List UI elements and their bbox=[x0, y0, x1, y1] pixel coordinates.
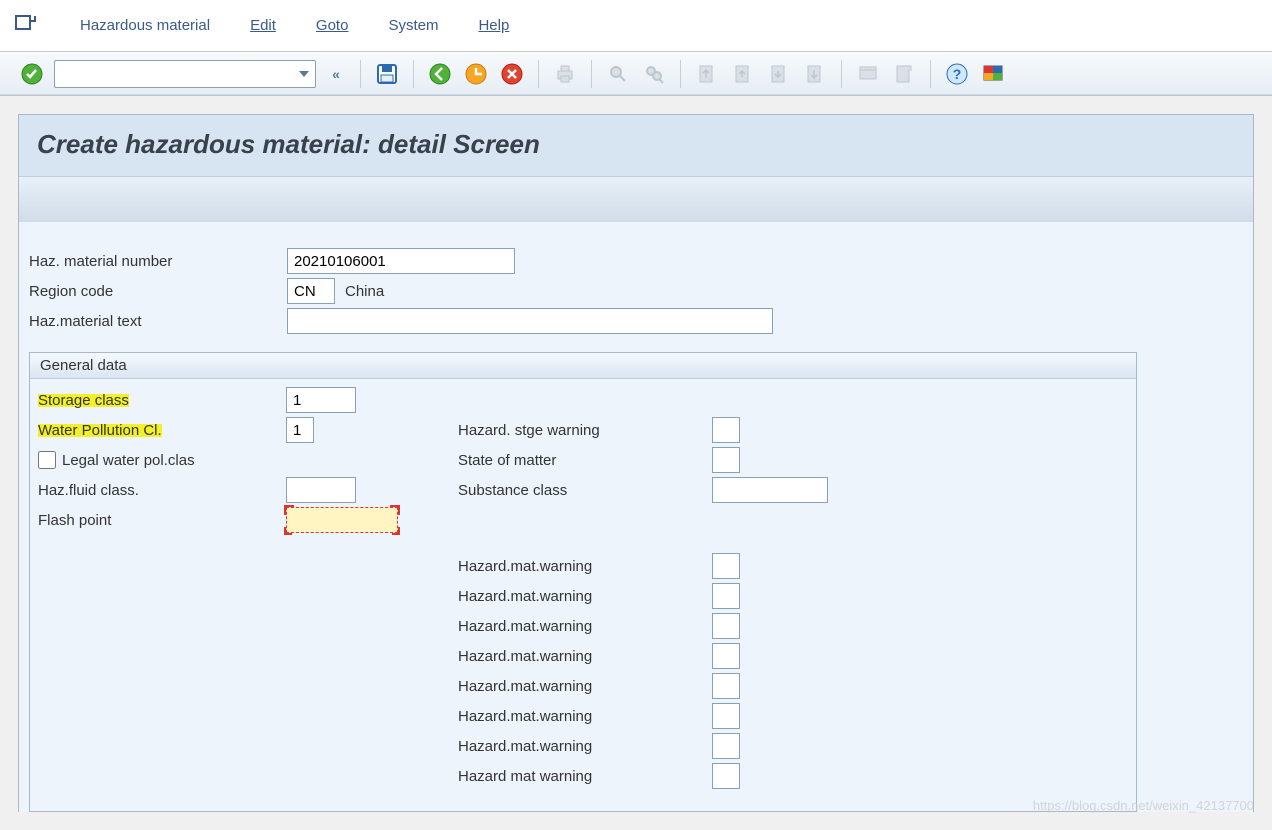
label-hazard-warning: Hazard.mat.warning bbox=[458, 558, 712, 575]
new-session-icon bbox=[854, 60, 882, 88]
toolbar-separator bbox=[591, 60, 592, 88]
input-hazard-warning[interactable] bbox=[712, 703, 740, 729]
input-hazard-warning[interactable] bbox=[712, 643, 740, 669]
prev-page-icon bbox=[729, 60, 757, 88]
row-hazard-warning: Hazard.mat.warning bbox=[450, 611, 1136, 641]
input-hazard-warning[interactable] bbox=[712, 673, 740, 699]
menu-edit[interactable]: Edit bbox=[244, 13, 282, 38]
form-area: Haz. material number Region code China H… bbox=[18, 222, 1254, 812]
label-hazard-warning: Hazard mat warning bbox=[458, 768, 712, 785]
menu-hazardous-material[interactable]: Hazardous material bbox=[74, 13, 216, 38]
input-storage-class[interactable] bbox=[286, 387, 356, 413]
label-hazard-warning: Hazard.mat.warning bbox=[458, 708, 712, 725]
input-haz-text[interactable] bbox=[287, 308, 773, 334]
toolbar-separator bbox=[841, 60, 842, 88]
layout-icon[interactable] bbox=[979, 60, 1007, 88]
cancel-icon[interactable] bbox=[498, 60, 526, 88]
row-hazard-warning: Hazard mat warning bbox=[450, 761, 1136, 791]
input-hazard-warning[interactable] bbox=[712, 583, 740, 609]
toolbar: « ? bbox=[0, 52, 1272, 96]
row-hazard-warning: Hazard.mat.warning bbox=[450, 731, 1136, 761]
find-icon bbox=[604, 60, 632, 88]
group-header: General data bbox=[30, 353, 1136, 379]
label-substance-class: Substance class bbox=[458, 482, 712, 499]
find-next-icon bbox=[640, 60, 668, 88]
label-storage-class: Storage class bbox=[38, 392, 286, 409]
print-icon bbox=[551, 60, 579, 88]
label-state-matter: State of matter bbox=[458, 452, 712, 469]
help-icon[interactable]: ? bbox=[943, 60, 971, 88]
input-water-pollution[interactable] bbox=[286, 417, 314, 443]
group-left-column: Storage class Water Pollution Cl. Legal … bbox=[30, 385, 450, 791]
input-hazard-warning[interactable] bbox=[712, 613, 740, 639]
row-hazard-warning: Hazard.mat.warning bbox=[450, 701, 1136, 731]
row-hazard-warning: Hazard.mat.warning bbox=[450, 641, 1136, 671]
first-page-icon bbox=[693, 60, 721, 88]
input-state-matter[interactable] bbox=[712, 447, 740, 473]
back-icon[interactable] bbox=[426, 60, 454, 88]
text-region-name: China bbox=[345, 283, 384, 300]
label-hazard-warning: Hazard.mat.warning bbox=[458, 738, 712, 755]
save-icon[interactable] bbox=[373, 60, 401, 88]
row-hazard-warning: Hazard.mat.warning bbox=[450, 581, 1136, 611]
row-hazard-warning: Hazard.mat.warning bbox=[450, 671, 1136, 701]
page-content: Create hazardous material: detail Screen… bbox=[0, 96, 1272, 830]
input-hazard-stge[interactable] bbox=[712, 417, 740, 443]
row-hazard-warning: Hazard.mat.warning bbox=[450, 551, 1136, 581]
application-toolbar bbox=[19, 176, 1253, 222]
label-haz-fluid: Haz.fluid class. bbox=[38, 482, 286, 499]
input-hazard-warning[interactable] bbox=[712, 733, 740, 759]
page-title: Create hazardous material: detail Screen bbox=[19, 115, 1253, 176]
title-panel: Create hazardous material: detail Screen bbox=[18, 114, 1254, 222]
app-menu-icon[interactable] bbox=[14, 13, 36, 38]
svg-text:?: ? bbox=[953, 66, 962, 82]
label-haz-number: Haz. material number bbox=[29, 253, 287, 270]
input-region-code[interactable] bbox=[287, 278, 335, 304]
label-region-code: Region code bbox=[29, 283, 287, 300]
label-hazard-stge: Hazard. stge warning bbox=[458, 422, 712, 439]
enter-icon[interactable] bbox=[18, 60, 46, 88]
toolbar-separator bbox=[930, 60, 931, 88]
menu-bar: Hazardous material Edit Goto System Help bbox=[0, 0, 1272, 52]
input-haz-number[interactable] bbox=[287, 248, 515, 274]
command-field[interactable] bbox=[54, 60, 316, 88]
menu-help[interactable]: Help bbox=[472, 13, 515, 38]
dropdown-caret-icon bbox=[299, 71, 309, 77]
row-haz-text: Haz.material text bbox=[19, 306, 1253, 336]
exit-icon[interactable] bbox=[462, 60, 490, 88]
row-haz-number: Haz. material number bbox=[19, 246, 1253, 276]
label-hazard-warning: Hazard.mat.warning bbox=[458, 588, 712, 605]
menu-system[interactable]: System bbox=[382, 13, 444, 38]
menu-goto[interactable]: Goto bbox=[310, 13, 355, 38]
label-legal-water: Legal water pol.clas bbox=[38, 451, 286, 469]
row-region-code: Region code China bbox=[19, 276, 1253, 306]
label-hazard-warning: Hazard.mat.warning bbox=[458, 678, 712, 695]
group-general-data: General data Storage class Water Polluti… bbox=[29, 352, 1137, 812]
label-hazard-warning: Hazard.mat.warning bbox=[458, 648, 712, 665]
label-hazard-warning: Hazard.mat.warning bbox=[458, 618, 712, 635]
input-hazard-warning[interactable] bbox=[712, 553, 740, 579]
toolbar-separator bbox=[413, 60, 414, 88]
input-hazard-warning[interactable] bbox=[712, 763, 740, 789]
label-flash-point: Flash point bbox=[38, 512, 286, 529]
input-haz-fluid[interactable] bbox=[286, 477, 356, 503]
group-right-column: Hazard. stge warning State of matter Sub… bbox=[450, 385, 1136, 791]
last-page-icon bbox=[801, 60, 829, 88]
label-water-pollution: Water Pollution Cl. bbox=[38, 422, 286, 439]
collapse-toolbar-icon[interactable]: « bbox=[324, 60, 348, 88]
toolbar-separator bbox=[538, 60, 539, 88]
checkbox-legal-water[interactable] bbox=[38, 451, 56, 469]
shortcut-icon bbox=[890, 60, 918, 88]
input-flash-point[interactable] bbox=[286, 507, 398, 533]
label-haz-text: Haz.material text bbox=[29, 313, 287, 330]
toolbar-separator bbox=[680, 60, 681, 88]
input-substance-class[interactable] bbox=[712, 477, 828, 503]
toolbar-separator bbox=[360, 60, 361, 88]
next-page-icon bbox=[765, 60, 793, 88]
